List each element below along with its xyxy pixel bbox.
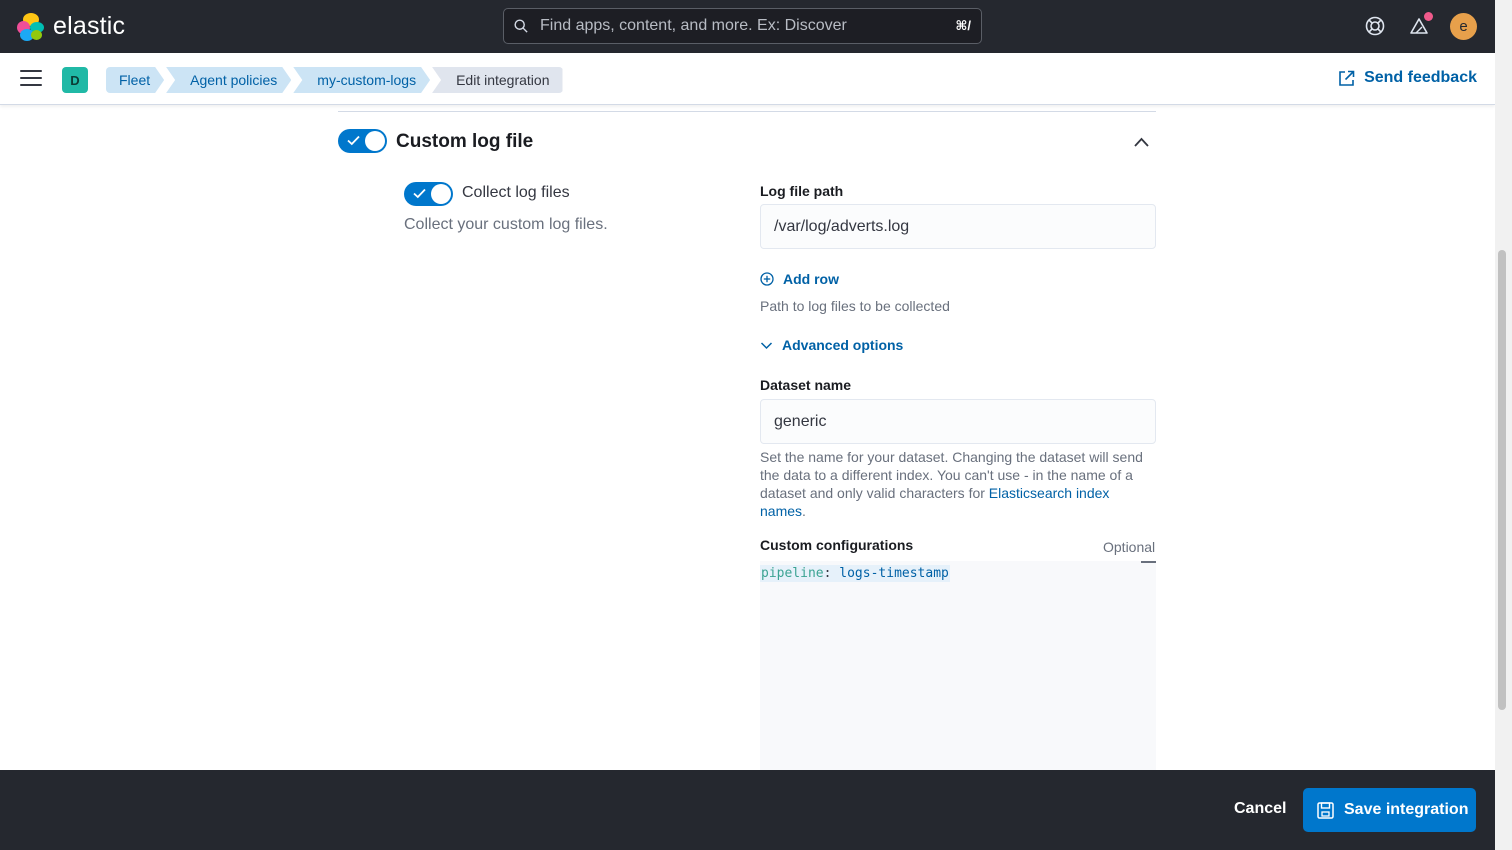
external-link-icon — [1339, 70, 1355, 86]
check-icon — [413, 188, 426, 199]
section-divider — [338, 111, 1156, 112]
elastic-logo[interactable]: elastic — [17, 12, 125, 41]
dataset-name-help: Set the name for your dataset. Changing … — [760, 448, 1158, 520]
advanced-options-label: Advanced options — [782, 337, 904, 353]
search-placeholder: Find apps, content, and more. Ex: Discov… — [540, 17, 847, 34]
advanced-options-toggle[interactable]: Advanced options — [760, 337, 903, 353]
global-search-input[interactable]: Find apps, content, and more. Ex: Discov… — [503, 8, 982, 44]
chevron-up-icon[interactable] — [1133, 136, 1150, 148]
dataset-name-input[interactable]: generic — [760, 399, 1156, 444]
send-feedback-link[interactable]: Send feedback — [1338, 69, 1477, 87]
sub-header: D Fleet Agent policies my-custom-logs Ed… — [0, 53, 1495, 105]
logo-text: elastic — [53, 12, 126, 40]
log-file-path-label: Log file path — [760, 183, 844, 199]
custom-log-file-toggle[interactable] — [338, 129, 387, 153]
code-value: logs-timestamp — [839, 566, 949, 581]
code-line: pipeline: logs-timestamp — [760, 565, 950, 582]
cancel-button[interactable]: Cancel — [1234, 800, 1286, 818]
chevron-down-icon — [760, 341, 773, 349]
custom-configurations-editor[interactable]: pipeline: logs-timestamp — [760, 561, 1156, 770]
dataset-help-end: . — [802, 503, 806, 519]
notification-dot — [1424, 12, 1433, 21]
global-header: elastic Find apps, content, and more. Ex… — [0, 0, 1495, 53]
custom-configurations-label: Custom configurations — [760, 537, 914, 553]
plus-in-circle-icon — [760, 272, 774, 286]
page-scrollbar-thumb[interactable] — [1498, 250, 1506, 710]
log-file-path-input[interactable]: /var/log/adverts.log — [760, 204, 1156, 249]
add-row-button[interactable]: Add row — [760, 271, 839, 287]
elastic-logo-icon — [17, 12, 45, 41]
breadcrumb-policy[interactable]: my-custom-logs — [293, 67, 430, 93]
collect-log-files-toggle[interactable] — [404, 182, 453, 206]
search-shortcut: ⌘/ — [955, 18, 971, 33]
breadcrumb-agent-policies[interactable]: Agent policies — [166, 67, 291, 93]
breadcrumb-current: Edit integration — [432, 67, 563, 93]
add-row-label: Add row — [783, 271, 839, 287]
space-avatar[interactable]: D — [62, 67, 88, 93]
collect-log-files-description: Collect your custom log files. — [404, 216, 608, 233]
dataset-name-label: Dataset name — [760, 377, 852, 393]
breadcrumb: Fleet Agent policies my-custom-logs Edit… — [106, 67, 565, 93]
editor-minimize-icon[interactable] — [1141, 561, 1156, 563]
check-icon — [347, 135, 360, 146]
code-separator: : — [823, 566, 840, 581]
section-title: Custom log file — [396, 131, 534, 152]
save-integration-label: Save integration — [1344, 801, 1469, 818]
save-integration-button[interactable]: Save integration — [1303, 788, 1476, 832]
optional-hint: Optional — [1103, 539, 1156, 555]
code-key: pipeline — [761, 566, 824, 581]
breadcrumb-fleet[interactable]: Fleet — [106, 67, 164, 93]
user-avatar[interactable]: e — [1450, 13, 1477, 40]
help-icon[interactable] — [1364, 15, 1386, 37]
collect-log-files-label: Collect log files — [462, 184, 570, 201]
save-icon — [1317, 801, 1334, 819]
send-feedback-label: Send feedback — [1364, 69, 1477, 86]
hamburger-menu-icon[interactable] — [20, 70, 42, 88]
log-file-path-help: Path to log files to be collected — [760, 298, 950, 314]
search-icon — [514, 19, 528, 33]
